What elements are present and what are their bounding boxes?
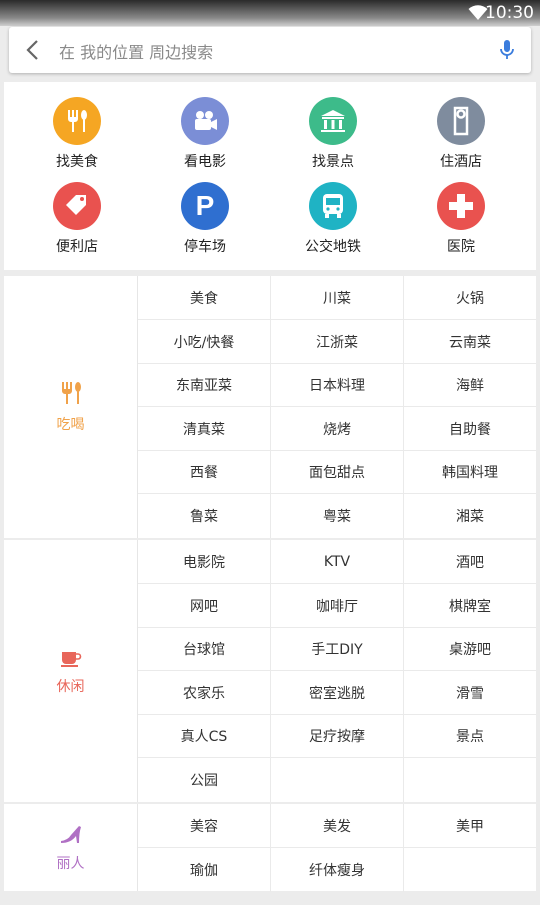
empty-cell [404,848,536,892]
cross-icon [437,182,485,230]
section-title: 休闲 [56,679,85,695]
high-heel-icon [59,823,83,849]
subcategory-item[interactable]: 公园 [138,758,271,802]
subcategory-item[interactable]: 密室逃脱 [271,671,404,715]
section-header[interactable]: 休闲 [4,540,138,802]
subcategory-item[interactable]: 酒吧 [404,540,536,584]
bus-icon [309,182,357,230]
status-bar: 10:30 [0,0,540,26]
category-label: 找美食 [56,154,98,170]
subcategory-item[interactable]: 美发 [271,804,404,848]
subcategory-item[interactable]: 瑜伽 [138,848,271,892]
category-landmark[interactable]: 找景点 [273,97,393,187]
category-label: 看电影 [184,154,226,170]
subcategory-item[interactable]: 鲁菜 [138,494,271,538]
section-header[interactable]: 丽人 [4,804,138,891]
subcategory-item[interactable]: 海鲜 [404,363,536,407]
subcategory-item[interactable]: 韩国料理 [404,450,536,494]
category-label: 公交地铁 [305,239,361,255]
subcategory-item[interactable]: 美食 [138,276,271,320]
section-cup: 休闲 电影院 KTV 酒吧网吧 咖啡厅 棋牌室台球馆 手工DIY 桌游吧农家乐 密室逃脱 滑雪真人… [4,540,536,802]
category-fork-knife[interactable]: 找美食 [17,97,137,187]
subcategory-item[interactable]: 滑雪 [404,671,536,715]
category-label: 便利店 [56,239,98,255]
subcategory-item[interactable]: 江浙菜 [271,320,404,364]
fork-knife-icon [53,97,101,145]
subcategory-item[interactable]: 清真菜 [138,407,271,451]
subcategory-item[interactable]: 云南菜 [404,320,536,364]
section-fork-knife: 吃喝 美食 川菜 火锅小吃/快餐 江浙菜 云南菜东南亚菜 日本料理 海鲜清真菜 烧烤 自助餐西餐面… [4,276,536,538]
category-price-tag[interactable]: 便利店 [17,182,137,272]
movie-camera-icon [181,97,229,145]
subcategory-item[interactable]: 咖啡厅 [271,584,404,628]
empty-cell [271,758,404,802]
empty-cell [404,758,536,802]
search-input[interactable]: 在 我的位置 周边搜索 [59,39,213,63]
category-label: 停车场 [184,239,226,255]
back-arrow-icon[interactable] [25,38,41,62]
category-parking[interactable]: P 停车场 [145,182,265,272]
subcategory-item[interactable]: 农家乐 [138,671,271,715]
section-title: 丽人 [56,855,85,872]
subcategory-item[interactable]: 台球馆 [138,627,271,671]
subcategory-item[interactable]: 电影院 [138,540,271,584]
subcategory-item[interactable]: 火锅 [404,276,536,320]
svg-text:P: P [196,191,215,221]
subcategory-item[interactable]: 棋牌室 [404,584,536,628]
subcategory-item[interactable]: 烧烤 [271,407,404,451]
subcategory-item[interactable]: 西餐 [138,450,271,494]
section-header[interactable]: 吃喝 [4,276,138,538]
subcategory-item[interactable]: 桌游吧 [404,627,536,671]
subcategory-item[interactable]: 小吃/快餐 [138,320,271,364]
subcategory-item[interactable]: 川菜 [271,276,404,320]
category-movie-camera[interactable]: 看电影 [145,97,265,187]
microphone-icon[interactable] [499,38,515,62]
subcategory-item[interactable]: 日本料理 [271,363,404,407]
category-door-tag[interactable]: 住酒店 [401,97,521,187]
category-label: 住酒店 [440,154,482,170]
subcategory-item[interactable]: 湘菜 [404,494,536,538]
subcategory-item[interactable]: 东南亚菜 [138,363,271,407]
category-shortcuts: 找美食 看电影 找景点 住酒店便利店 P 停车场 公交地铁 医院 [4,82,536,270]
subcategory-item[interactable]: 手工DIY [271,627,404,671]
subcategory-item[interactable]: 粤菜 [271,494,404,538]
subcategory-item[interactable]: 纤体瘦身 [271,848,404,892]
subcategory-item[interactable]: 面包甜点 [271,450,404,494]
section-title: 吃喝 [56,417,85,433]
subcategory-item[interactable]: 美甲 [404,804,536,848]
category-label: 医院 [447,239,475,255]
price-tag-icon [53,182,101,230]
subcategory-item[interactable]: 景点 [404,714,536,758]
door-tag-icon [437,97,485,145]
category-cross[interactable]: 医院 [401,182,521,272]
subcategory-item[interactable]: 自助餐 [404,407,536,451]
search-bar[interactable]: 在 我的位置 周边搜索 [9,27,531,73]
category-bus[interactable]: 公交地铁 [273,182,393,272]
cup-icon [60,646,82,672]
subcategory-item[interactable]: 足疗按摩 [271,714,404,758]
section-high-heel: 丽人 美容 美发 美甲瑜伽 纤体瘦身 [4,804,536,892]
category-label: 找景点 [312,154,354,170]
subcategory-item[interactable]: 网吧 [138,584,271,628]
clock: 10:30 [485,3,534,23]
parking-icon: P [181,182,229,230]
landmark-icon [309,97,357,145]
fork-knife-icon [58,380,84,410]
subcategory-item[interactable]: 美容 [138,804,271,848]
subcategory-item[interactable]: KTV [271,540,404,584]
subcategory-item[interactable]: 真人CS [138,714,271,758]
